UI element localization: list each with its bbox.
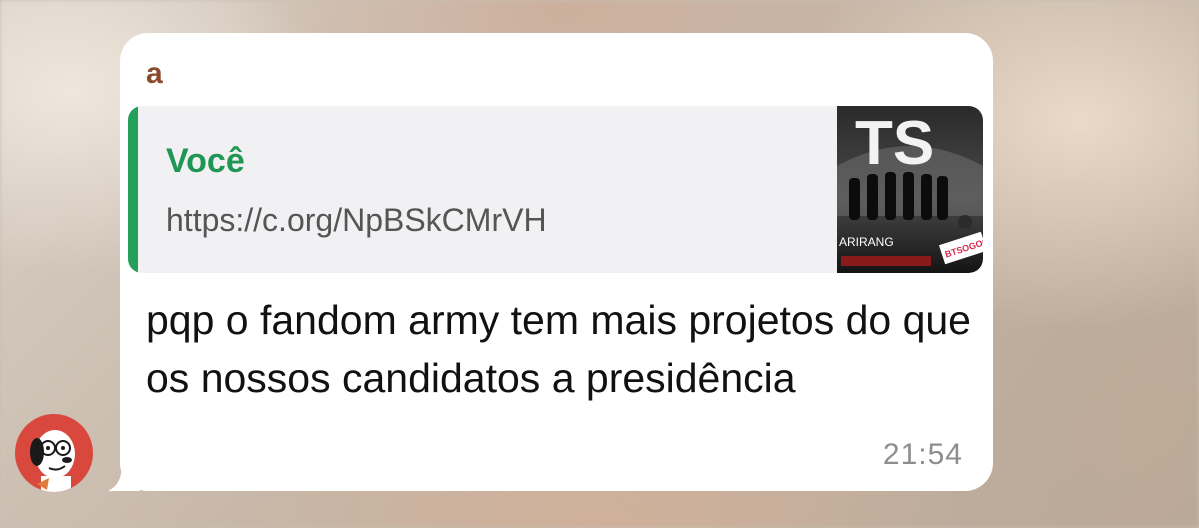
quote-accent-bar (128, 106, 138, 273)
message-timestamp: 21:54 (882, 438, 963, 471)
svg-text:TS: TS (855, 109, 934, 178)
quote-link-text: https://c.org/NpBSkCMrVH (166, 202, 547, 238)
quote-thumbnail[interactable]: TS ARIRANG BTSOGOG (837, 106, 983, 273)
quote-author: Você (166, 142, 245, 180)
quoted-message[interactable]: Você https://c.org/NpBSkCMrVH TS ARIRANG… (128, 106, 983, 273)
message-bubble[interactable]: a Você https://c.org/NpBSkCMrVH TS ARIRA… (120, 33, 993, 491)
sender-name[interactable]: a (146, 57, 178, 91)
thumbnail-image: TS ARIRANG BTSOGOG (837, 106, 983, 273)
cartoon-character-avatar-icon[interactable] (15, 414, 93, 492)
message-text[interactable]: pqp o fandom army tem mais projetos do q… (146, 291, 976, 407)
thumbnail-caption: ARIRANG (839, 235, 894, 249)
